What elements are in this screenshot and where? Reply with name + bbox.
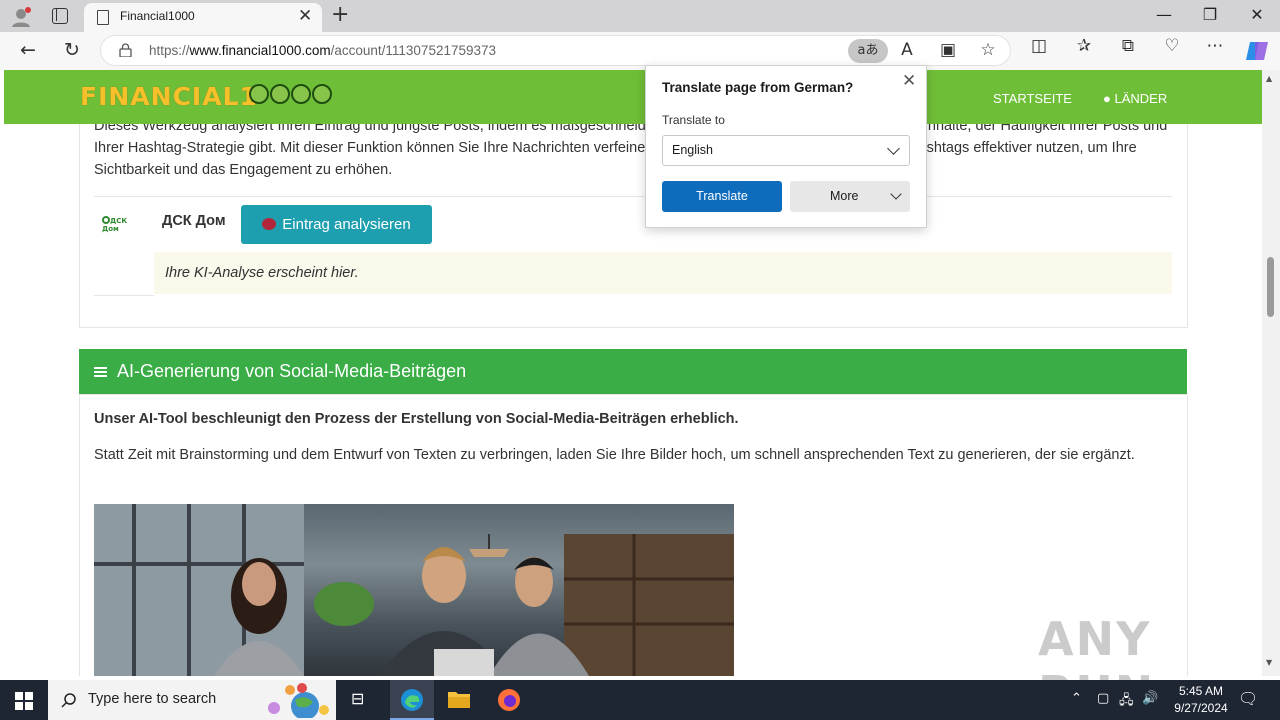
analysis-description: Dieses Werkzeug analysiert Ihren Eintrag… (94, 118, 1168, 178)
ai-analysis-result: Ihre KI-Analyse erscheint hier. (154, 252, 1172, 294)
company-name: ДСК Дом (162, 213, 226, 229)
divider (94, 295, 154, 296)
section-title: AI-Generierung von Social-Media-Beiträge… (117, 361, 467, 381)
translate-icon[interactable]: aあ (848, 39, 888, 63)
favorite-star-icon[interactable]: ☆ (975, 40, 1001, 60)
tab-financial1000[interactable]: Financial1000 ✕ (84, 3, 322, 32)
url-text[interactable]: https://www.financial1000.com/account/11… (149, 43, 496, 58)
device-icon[interactable]: ▢ (1097, 691, 1109, 706)
copilot-icon[interactable] (1245, 40, 1269, 62)
close-tab-icon[interactable]: ✕ (298, 6, 312, 26)
taskbar: Type here to search ⊟ ⌃ ▢ 🖧 🔊 5:45 AM 9/… (0, 680, 1280, 720)
minimize-button[interactable]: — (1149, 5, 1179, 24)
profile-icon[interactable] (10, 6, 32, 28)
restore-button[interactable]: ❐ (1195, 5, 1225, 24)
tab-actions-icon[interactable] (52, 8, 68, 24)
search-highlight-icon (268, 683, 329, 718)
language-select[interactable]: English (662, 135, 910, 166)
system-clock[interactable]: 5:45 AM 9/27/2024 (1160, 683, 1242, 717)
taskbar-search[interactable]: Type here to search (48, 680, 336, 720)
site-logo[interactable]: FINANCIAL1 (80, 82, 258, 111)
refresh-icon[interactable]: ↻ (60, 39, 84, 61)
generation-lead: Unser AI-Tool beschleunigt den Prozess d… (94, 411, 739, 427)
read-aloud-icon[interactable]: A (894, 40, 920, 60)
generation-section-header: AI-Generierung von Social-Media-Beiträge… (79, 349, 1187, 394)
split-screen-icon[interactable]: ◫ (1026, 36, 1052, 56)
volume-icon[interactable]: 🔊 (1142, 691, 1158, 706)
immersive-reader-icon[interactable]: ▣ (935, 40, 961, 60)
windows-start-icon[interactable] (15, 692, 33, 710)
lock-icon[interactable] (119, 43, 132, 57)
logo-coins (249, 84, 333, 108)
site-header: FINANCIAL1 STARTSEITE ● LÄNDER (4, 70, 1262, 124)
generation-body: Statt Zeit mit Brainstorming und dem Ent… (94, 447, 1135, 463)
edge-icon (401, 689, 423, 711)
page-icon (97, 10, 109, 25)
page-scrollbar[interactable]: ▲ ▼ (1262, 70, 1280, 676)
search-icon (61, 693, 76, 708)
office-team-photo (94, 504, 734, 676)
search-placeholder: Type here to search (88, 691, 217, 707)
scroll-thumb[interactable] (1267, 257, 1274, 317)
task-view-icon[interactable]: ⊟ (351, 689, 364, 708)
notifications-icon[interactable]: 🗨 (1238, 689, 1258, 708)
browser-essentials-icon[interactable]: ♡ (1159, 36, 1185, 56)
translate-to-label: Translate to (662, 113, 725, 127)
close-popup-icon[interactable]: ✕ (902, 71, 916, 91)
globe-icon: ● (1103, 91, 1111, 106)
translate-popup: Translate page from German? ✕ Translate … (645, 65, 927, 228)
nav-home[interactable]: STARTSEITE (993, 91, 1072, 106)
company-logo: ДСК Дом (102, 216, 128, 233)
new-tab-icon[interactable]: + (331, 2, 349, 27)
chevron-down-icon (890, 188, 902, 200)
scroll-up-icon[interactable]: ▲ (1266, 74, 1272, 83)
translate-button[interactable]: Translate (662, 181, 782, 212)
analyze-entry-button[interactable]: Eintrag analysieren (241, 205, 432, 244)
divider (94, 196, 1172, 197)
show-hidden-icons[interactable]: ⌃ (1071, 691, 1082, 706)
close-window-button[interactable]: ✕ (1242, 5, 1272, 24)
web-page: Dieses Werkzeug analysiert Ihren Eintrag… (4, 70, 1262, 676)
taskbar-edge[interactable] (390, 680, 434, 720)
more-button[interactable]: More (790, 181, 910, 212)
back-icon[interactable]: ← (16, 39, 40, 61)
more-menu-icon[interactable]: ⋯ (1202, 36, 1228, 56)
network-icon[interactable]: 🖧 (1119, 691, 1134, 713)
tab-title: Financial1000 (120, 9, 195, 23)
favorites-icon[interactable]: ✰ (1071, 36, 1097, 56)
firefox-icon[interactable] (497, 688, 521, 712)
list-icon (94, 367, 107, 377)
file-explorer-icon[interactable] (447, 688, 471, 710)
browser-toolbar: ← ↻ https://www.financial1000.com/accoun… (0, 32, 1280, 70)
tab-strip: Financial1000 ✕ + — ❐ ✕ (0, 0, 1280, 32)
eye-icon (262, 218, 277, 230)
chevron-down-icon (887, 142, 900, 155)
collections-icon[interactable]: ⧉ (1115, 36, 1141, 56)
nav-countries[interactable]: ● LÄNDER (1103, 91, 1167, 106)
address-bar[interactable]: https://www.financial1000.com/account/11… (100, 35, 1011, 66)
popup-title: Translate page from German? (662, 80, 854, 95)
